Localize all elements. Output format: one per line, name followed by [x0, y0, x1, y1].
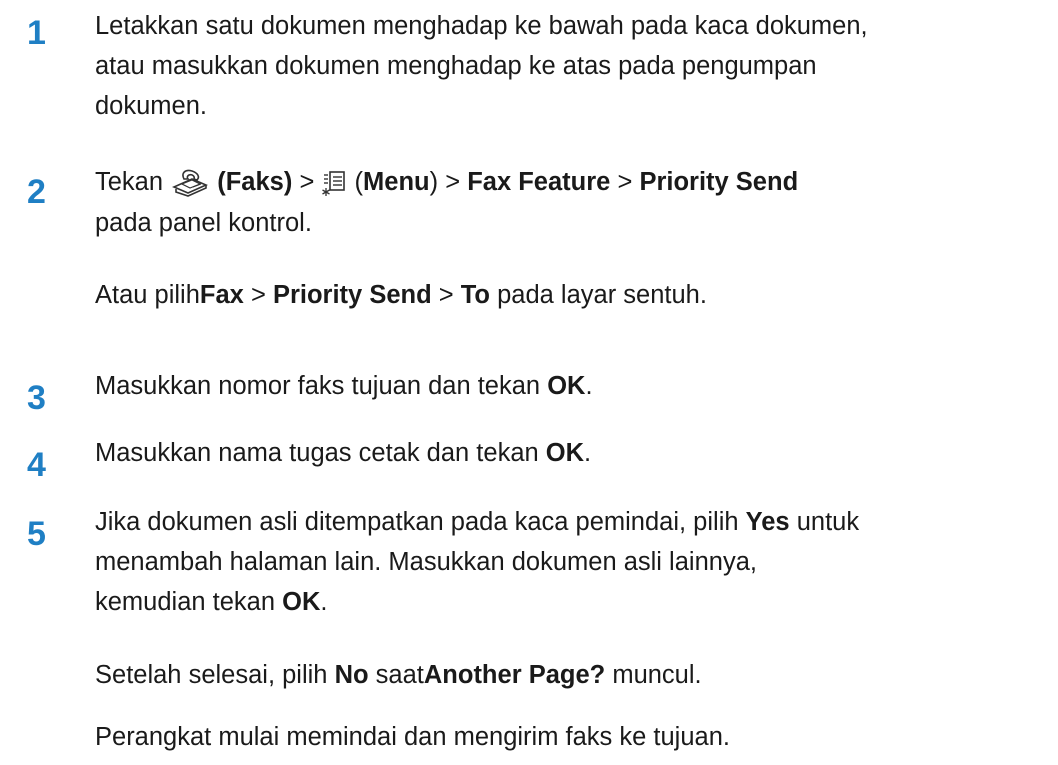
step-2-alt-suffix: pada layar sentuh. [497, 281, 707, 309]
step-2-paren-open: ( [354, 168, 364, 196]
step-2-alt-gt-1: > [250, 281, 266, 309]
step-4-body: Masukkan nama tugas cetak dan tekan [95, 439, 539, 467]
step-5-line-3: kemudian tekan OK. [95, 582, 1050, 622]
step-5-no: No [334, 661, 369, 689]
step-5-yes: Yes [745, 508, 790, 536]
step-5-line-1-pre: Jika dokumen asli ditempatkan pada kaca … [95, 508, 739, 536]
step-5-line-1-post: untuk [796, 508, 860, 536]
step-4-text: Masukkan nama tugas cetak dan tekan OK. [95, 433, 1050, 473]
step-5-line-3-pre: kemudian tekan [95, 588, 276, 616]
step-1-line-2: atau masukkan dokumen menghadap ke atas … [95, 52, 817, 80]
menu-icon [321, 163, 347, 203]
step-2-alt-to: To [460, 281, 491, 309]
step-2-gt-3: > [617, 168, 633, 196]
step-2-line-1: Tekan (Faks) > (Menu) > Fax Feature > Pr… [95, 162, 1050, 203]
step-2-alt-prefix: Atau pilih [95, 281, 200, 309]
step-2-alt-fax: Fax [199, 281, 244, 309]
instruction-page: 1 Letakkan satu dokumen menghadap ke baw… [0, 0, 1058, 765]
step-5-line-2: menambah halaman lain. Masukkan dokumen … [95, 548, 757, 576]
step-number-3: 3 [27, 379, 46, 417]
step-3-ok: OK [547, 372, 586, 400]
step-5-paragraph-3: Perangkat mulai memindai dan mengirim fa… [95, 723, 730, 751]
step-4-ok: OK [545, 439, 585, 467]
fax-icon [170, 163, 210, 203]
step-2-gt-1: > [299, 168, 315, 196]
step-2-paren-close: ) [429, 168, 439, 196]
step-3-body: Masukkan nomor faks tujuan dan tekan [95, 372, 541, 400]
step-4-end: . [584, 439, 592, 467]
step-2-fax-feature: Fax Feature [467, 168, 611, 196]
step-2-alt-text: Atau pilihFax > Priority Send > To pada … [95, 275, 1050, 315]
step-2-tekan: Tekan [95, 168, 164, 196]
step-5-another-page: Another Page? [423, 661, 606, 689]
step-5-ok: OK [282, 588, 321, 616]
step-number-5: 5 [27, 515, 46, 553]
step-2-alt-gt-2: > [438, 281, 454, 309]
step-1-line-3: dokumen. [95, 92, 207, 120]
step-5-text: Jika dokumen asli ditempatkan pada kaca … [95, 502, 1050, 622]
step-2-text: Tekan (Faks) > (Menu) > Fax Feature > Pr… [95, 162, 1050, 243]
step-1-line-1: Letakkan satu dokumen menghadap ke bawah… [95, 12, 868, 40]
step-5-line-1: Jika dokumen asli ditempatkan pada kaca … [95, 502, 1050, 542]
step-2-line-2: pada panel kontrol. [95, 209, 312, 238]
step-1-text: Letakkan satu dokumen menghadap ke bawah… [95, 6, 1050, 126]
step-2-alt-priority-send: Priority Send [272, 281, 432, 309]
step-number-2: 2 [27, 173, 46, 211]
step-2-gt-2: > [445, 168, 461, 196]
step-5-p2-pre: Setelah selesai, pilih [95, 661, 328, 689]
step-3-text: Masukkan nomor faks tujuan dan tekan OK. [95, 366, 1050, 406]
step-2-menu: Menu [363, 168, 430, 196]
step-5-paragraph-2: Setelah selesai, pilih No saatAnother Pa… [95, 655, 1050, 695]
step-5-p2-mid: saat [375, 661, 424, 689]
step-5-end: . [320, 588, 328, 616]
step-2-faks: (Faks) [217, 168, 293, 196]
step-3-end: . [585, 372, 593, 400]
step-5-p2-post: muncul. [612, 661, 702, 689]
step-number-1: 1 [27, 14, 46, 52]
step-2-priority-send: Priority Send [639, 168, 799, 196]
step-number-4: 4 [27, 446, 46, 484]
